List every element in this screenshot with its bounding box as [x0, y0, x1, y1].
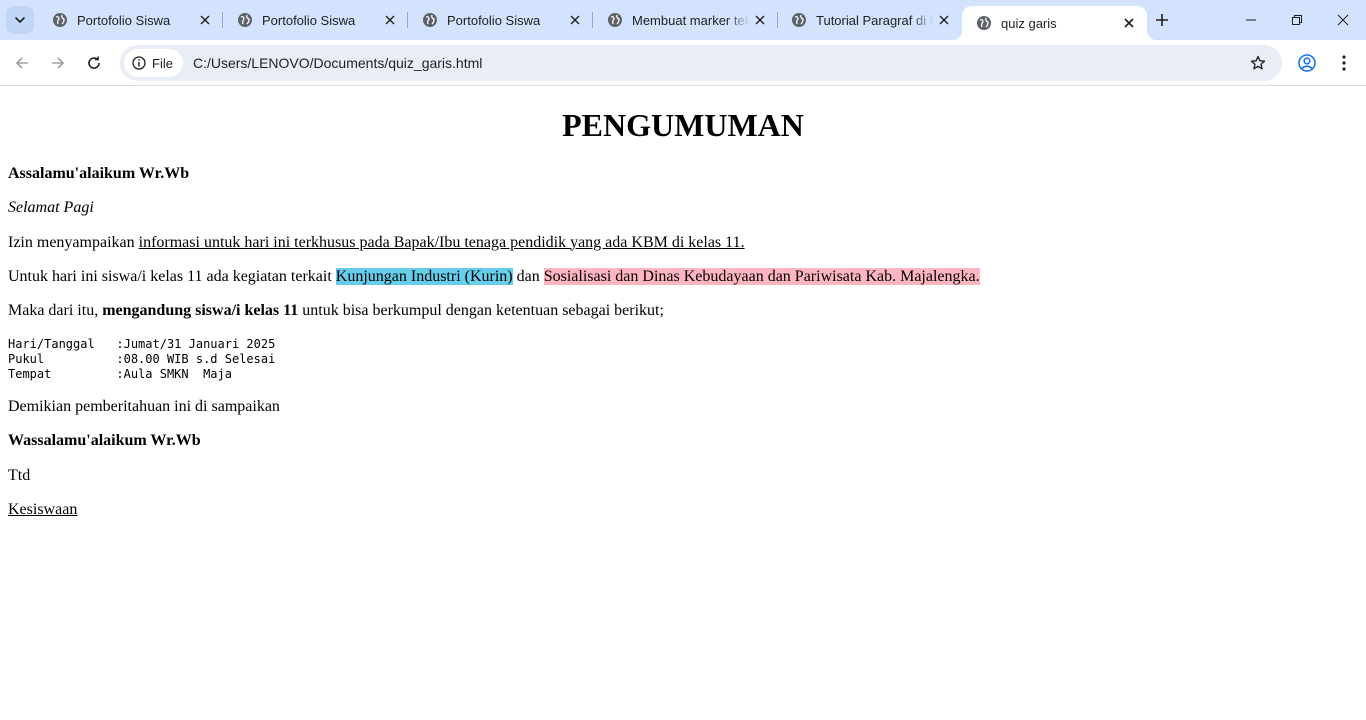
tab-title: Tutorial Paragraf di HTML — [816, 12, 934, 28]
paragraph-info-underlined: informasi untuk hari ini terkhusus pada … — [138, 233, 745, 251]
globe-icon — [977, 16, 991, 30]
closing: Demikian pemberitahuan ini di sampaikan — [8, 397, 280, 415]
restore-icon — [1292, 15, 1302, 25]
schedule-row: Pukul :08.00 WIB s.d Selesai — [8, 351, 276, 366]
page-content: PENGUMUMAN Assalamu'alaikum Wr.Wb Selama… — [0, 107, 1366, 519]
schedule-label: Hari/Tanggal — [8, 336, 117, 351]
tab-search-button[interactable] — [6, 6, 34, 34]
schedule-row: Hari/Tanggal :Jumat/31 Januari 2025 — [8, 336, 276, 351]
signature: Kesiswaan — [8, 501, 1358, 519]
farewell: Wassalamu'alaikum Wr.Wb — [8, 432, 1358, 450]
kebab-menu-icon — [1342, 55, 1346, 71]
minimize-button[interactable] — [1228, 0, 1274, 40]
plus-icon — [1156, 14, 1168, 26]
close-icon[interactable] — [380, 10, 400, 30]
schedule-label: Tempat — [8, 366, 117, 381]
paragraph-instruction: Maka dari itu, mengandung siswa/i kelas … — [8, 302, 1358, 320]
close-icon[interactable] — [934, 10, 954, 30]
schedule-value: 08.00 WIB s.d Selesai — [123, 351, 276, 366]
tab-1[interactable]: Portofolio Siswa — [38, 0, 223, 40]
tab-title: Portofolio Siswa — [262, 12, 356, 28]
schedule-block: Hari/Tanggal :Jumat/31 Januari 2025 Puku… — [8, 337, 1358, 382]
reload-button[interactable] — [80, 49, 108, 77]
schedule-value: Aula SMKN Maja — [123, 366, 232, 381]
page-heading: PENGUMUMAN — [562, 107, 804, 143]
globe-icon — [238, 13, 252, 27]
globe-icon — [53, 13, 67, 27]
signature-text: Kesiswaan — [8, 500, 78, 518]
tab-strip: Portofolio Siswa Portofolio Siswa Portof… — [0, 0, 1366, 40]
schedule-value: Jumat/31 Januari 2025 — [123, 336, 276, 351]
site-info-chip[interactable]: File — [124, 49, 183, 77]
bookmark-button[interactable] — [1244, 49, 1272, 77]
greeting: Assalamu'alaikum Wr.Wb — [8, 165, 1358, 183]
paragraph-activities-prefix: Untuk hari ini siswa/i kelas 11 ada kegi… — [8, 267, 336, 285]
schedule-row: Tempat :Aula SMKN Maja — [8, 366, 232, 381]
profile-icon — [1298, 54, 1316, 72]
paragraph-info-prefix: Izin menyampaikan — [8, 233, 139, 251]
tab-2[interactable]: Portofolio Siswa — [223, 0, 408, 40]
minimize-icon — [1246, 19, 1256, 21]
schedule-label: Pukul — [8, 351, 117, 366]
tab-title: Portofolio Siswa — [447, 12, 541, 28]
close-icon[interactable] — [750, 10, 770, 30]
arrow-right-icon — [52, 57, 65, 69]
close-icon — [1337, 14, 1349, 26]
close-icon[interactable] — [195, 10, 215, 30]
paragraph-info: Izin menyampaikan informasi untuk hari i… — [8, 234, 1358, 252]
restore-button[interactable] — [1274, 0, 1320, 40]
paragraph-instruction-suffix: untuk bisa berkumpul dengan ketentuan se… — [298, 302, 664, 320]
salam-text: Selamat Pagi — [8, 199, 94, 217]
close-icon[interactable] — [1119, 13, 1139, 33]
address-bar[interactable]: File C:/Users/LENOVO/Documents/quiz_gari… — [120, 45, 1282, 81]
farewell-text: Wassalamu'alaikum Wr.Wb — [8, 432, 201, 450]
profile-button[interactable] — [1293, 49, 1321, 77]
reload-icon — [88, 56, 100, 69]
star-icon — [1250, 55, 1266, 70]
tab-title: Membuat marker teks — [632, 12, 750, 28]
forward-button[interactable] — [44, 49, 72, 77]
new-tab-button[interactable] — [1148, 6, 1176, 34]
url-text[interactable]: C:/Users/LENOVO/Documents/quiz_garis.htm… — [193, 55, 1244, 71]
ttd: Ttd — [8, 466, 31, 484]
tab-6-active[interactable]: quiz garis — [952, 6, 1157, 40]
paragraph-instruction-prefix: Maka dari itu, — [8, 302, 103, 320]
tab-title: quiz garis — [1001, 15, 1057, 31]
greeting-text: Assalamu'alaikum Wr.Wb — [8, 164, 190, 182]
close-icon[interactable] — [565, 10, 585, 30]
arrow-left-icon — [15, 57, 28, 69]
highlight-kurin: Kunjungan Industri (Kurin) — [335, 267, 513, 285]
toolbar: File C:/Users/LENOVO/Documents/quiz_gari… — [0, 40, 1366, 86]
salam: Selamat Pagi — [8, 199, 1358, 217]
globe-icon — [608, 13, 622, 27]
back-button[interactable] — [8, 49, 36, 77]
globe-icon — [792, 13, 806, 27]
tab-title: Portofolio Siswa — [77, 12, 171, 28]
globe-icon — [423, 13, 437, 27]
chevron-down-icon — [15, 17, 25, 23]
paragraph-activities: Untuk hari ini siswa/i kelas 11 ada kegi… — [8, 267, 1358, 286]
paragraph-activities-mid: dan — [512, 267, 544, 285]
paragraph-instruction-bold: mengandung siswa/i kelas 11 — [102, 302, 299, 320]
highlight-sosialisasi: Sosialisasi dan Dinas Kebudayaan dan Par… — [543, 267, 980, 285]
tab-3[interactable]: Portofolio Siswa — [408, 0, 593, 40]
tab-5[interactable]: Tutorial Paragraf di HTML — [777, 0, 962, 40]
close-window-button[interactable] — [1320, 0, 1366, 40]
menu-button[interactable] — [1330, 49, 1358, 77]
site-info-label: File — [152, 55, 173, 71]
info-icon — [132, 56, 146, 70]
tab-4[interactable]: Membuat marker teks — [593, 0, 778, 40]
